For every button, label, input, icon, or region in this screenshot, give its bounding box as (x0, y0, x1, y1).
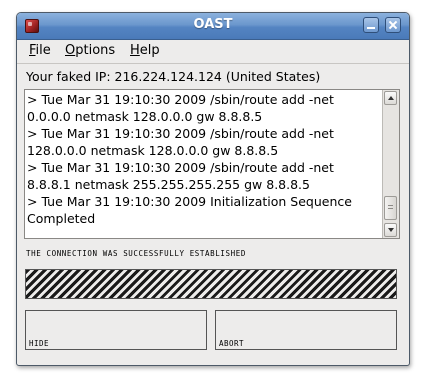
scroll-down-icon[interactable] (384, 223, 397, 237)
log-view[interactable]: > Tue Mar 31 19:10:30 2009 /sbin/route a… (24, 89, 400, 239)
abort-button[interactable]: ABORT (215, 310, 397, 350)
title-bar[interactable]: OAST (17, 13, 409, 40)
scroll-thumb[interactable] (384, 196, 397, 220)
window-title: OAST (193, 17, 233, 32)
progress-bar (25, 269, 397, 299)
menu-file[interactable]: File (29, 43, 51, 58)
menu-options[interactable]: Options (65, 43, 115, 58)
abort-button-label: ABORT (219, 339, 245, 348)
log-scrollbar[interactable] (382, 90, 399, 238)
log-line: > Tue Mar 31 19:10:30 2009 /sbin/route a… (27, 92, 334, 107)
log-text: > Tue Mar 31 19:10:30 2009 /sbin/route a… (27, 91, 379, 227)
scroll-up-icon[interactable] (384, 91, 397, 105)
log-line: 8.8.8.1 netmask 255.255.255.255 gw 8.8.8… (27, 177, 310, 192)
log-line: > Tue Mar 31 19:10:30 2009 Initializatio… (27, 194, 352, 209)
close-button[interactable] (385, 17, 401, 33)
faked-ip-label: Your faked IP: 216.224.124.124 (United S… (26, 69, 321, 84)
log-line: Completed (27, 211, 96, 226)
log-line: 128.0.0.0 netmask 128.0.0.0 gw 8.8.8.5 (27, 143, 279, 158)
hide-button-label: HIDE (29, 339, 50, 348)
hide-button[interactable]: HIDE (25, 310, 207, 350)
log-line: > Tue Mar 31 19:10:30 2009 /sbin/route a… (27, 160, 334, 175)
oast-window: OAST File Options Help Your faked IP: 21… (16, 12, 410, 366)
connection-status: THE CONNECTION WAS SUCCESSFULLY ESTABLIS… (26, 249, 246, 258)
log-line: > Tue Mar 31 19:10:30 2009 /sbin/route a… (27, 126, 334, 141)
minimize-button[interactable] (363, 17, 379, 33)
menu-separator (17, 63, 409, 64)
log-line: 0.0.0.0 netmask 128.0.0.0 gw 8.8.8.5 (27, 109, 263, 124)
menu-bar: File Options Help (17, 40, 409, 62)
menu-help[interactable]: Help (130, 43, 160, 58)
